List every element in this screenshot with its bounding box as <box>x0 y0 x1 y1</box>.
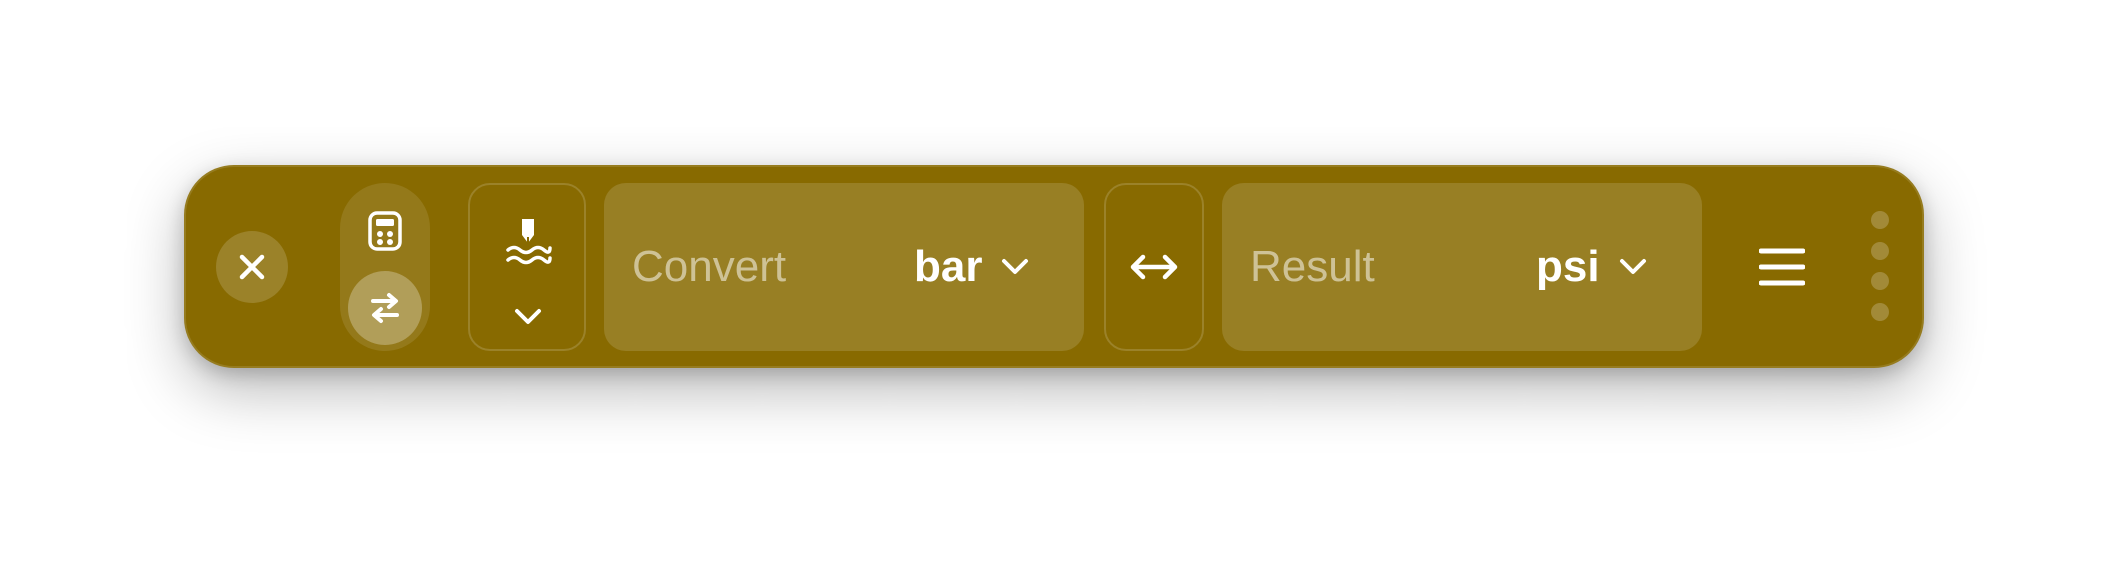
converter-toolbar: Convert bar Result psi <box>184 165 1924 368</box>
drag-handle-icon <box>1871 272 1889 290</box>
from-value-field[interactable]: Convert bar <box>604 183 1084 351</box>
swap-units-button[interactable] <box>1104 183 1204 351</box>
close-button[interactable] <box>216 231 288 303</box>
chevron-down-icon <box>1619 259 1646 274</box>
swap-arrows-icon <box>371 293 399 323</box>
category-selector[interactable] <box>468 183 586 351</box>
calculator-icon <box>368 211 402 251</box>
drag-handle-icon <box>1871 242 1889 260</box>
from-unit-label: bar <box>914 242 983 291</box>
hamburger-menu-icon <box>1759 248 1805 286</box>
chevron-down-icon <box>515 309 541 324</box>
calculator-mode-button[interactable] <box>361 207 409 255</box>
result-unit-label: psi <box>1536 242 1600 291</box>
drag-handle[interactable] <box>1868 211 1892 325</box>
result-value-field[interactable]: Result psi <box>1222 183 1702 351</box>
result-value-placeholder: Result <box>1250 242 1375 291</box>
from-value-placeholder: Convert <box>632 242 787 291</box>
from-unit-select[interactable]: bar <box>914 225 1030 309</box>
chevron-down-icon <box>1002 259 1029 274</box>
drag-handle-icon <box>1871 303 1889 321</box>
swap-horizontal-icon <box>1130 254 1178 280</box>
menu-button[interactable] <box>1732 217 1832 317</box>
drag-handle-icon <box>1871 211 1889 229</box>
close-icon <box>239 254 265 280</box>
stage: Convert bar Result psi <box>0 0 2106 570</box>
pressure-icon <box>506 219 552 265</box>
result-unit-select[interactable]: psi <box>1536 225 1648 309</box>
mode-switch <box>340 183 430 351</box>
converter-mode-button[interactable] <box>348 271 422 345</box>
